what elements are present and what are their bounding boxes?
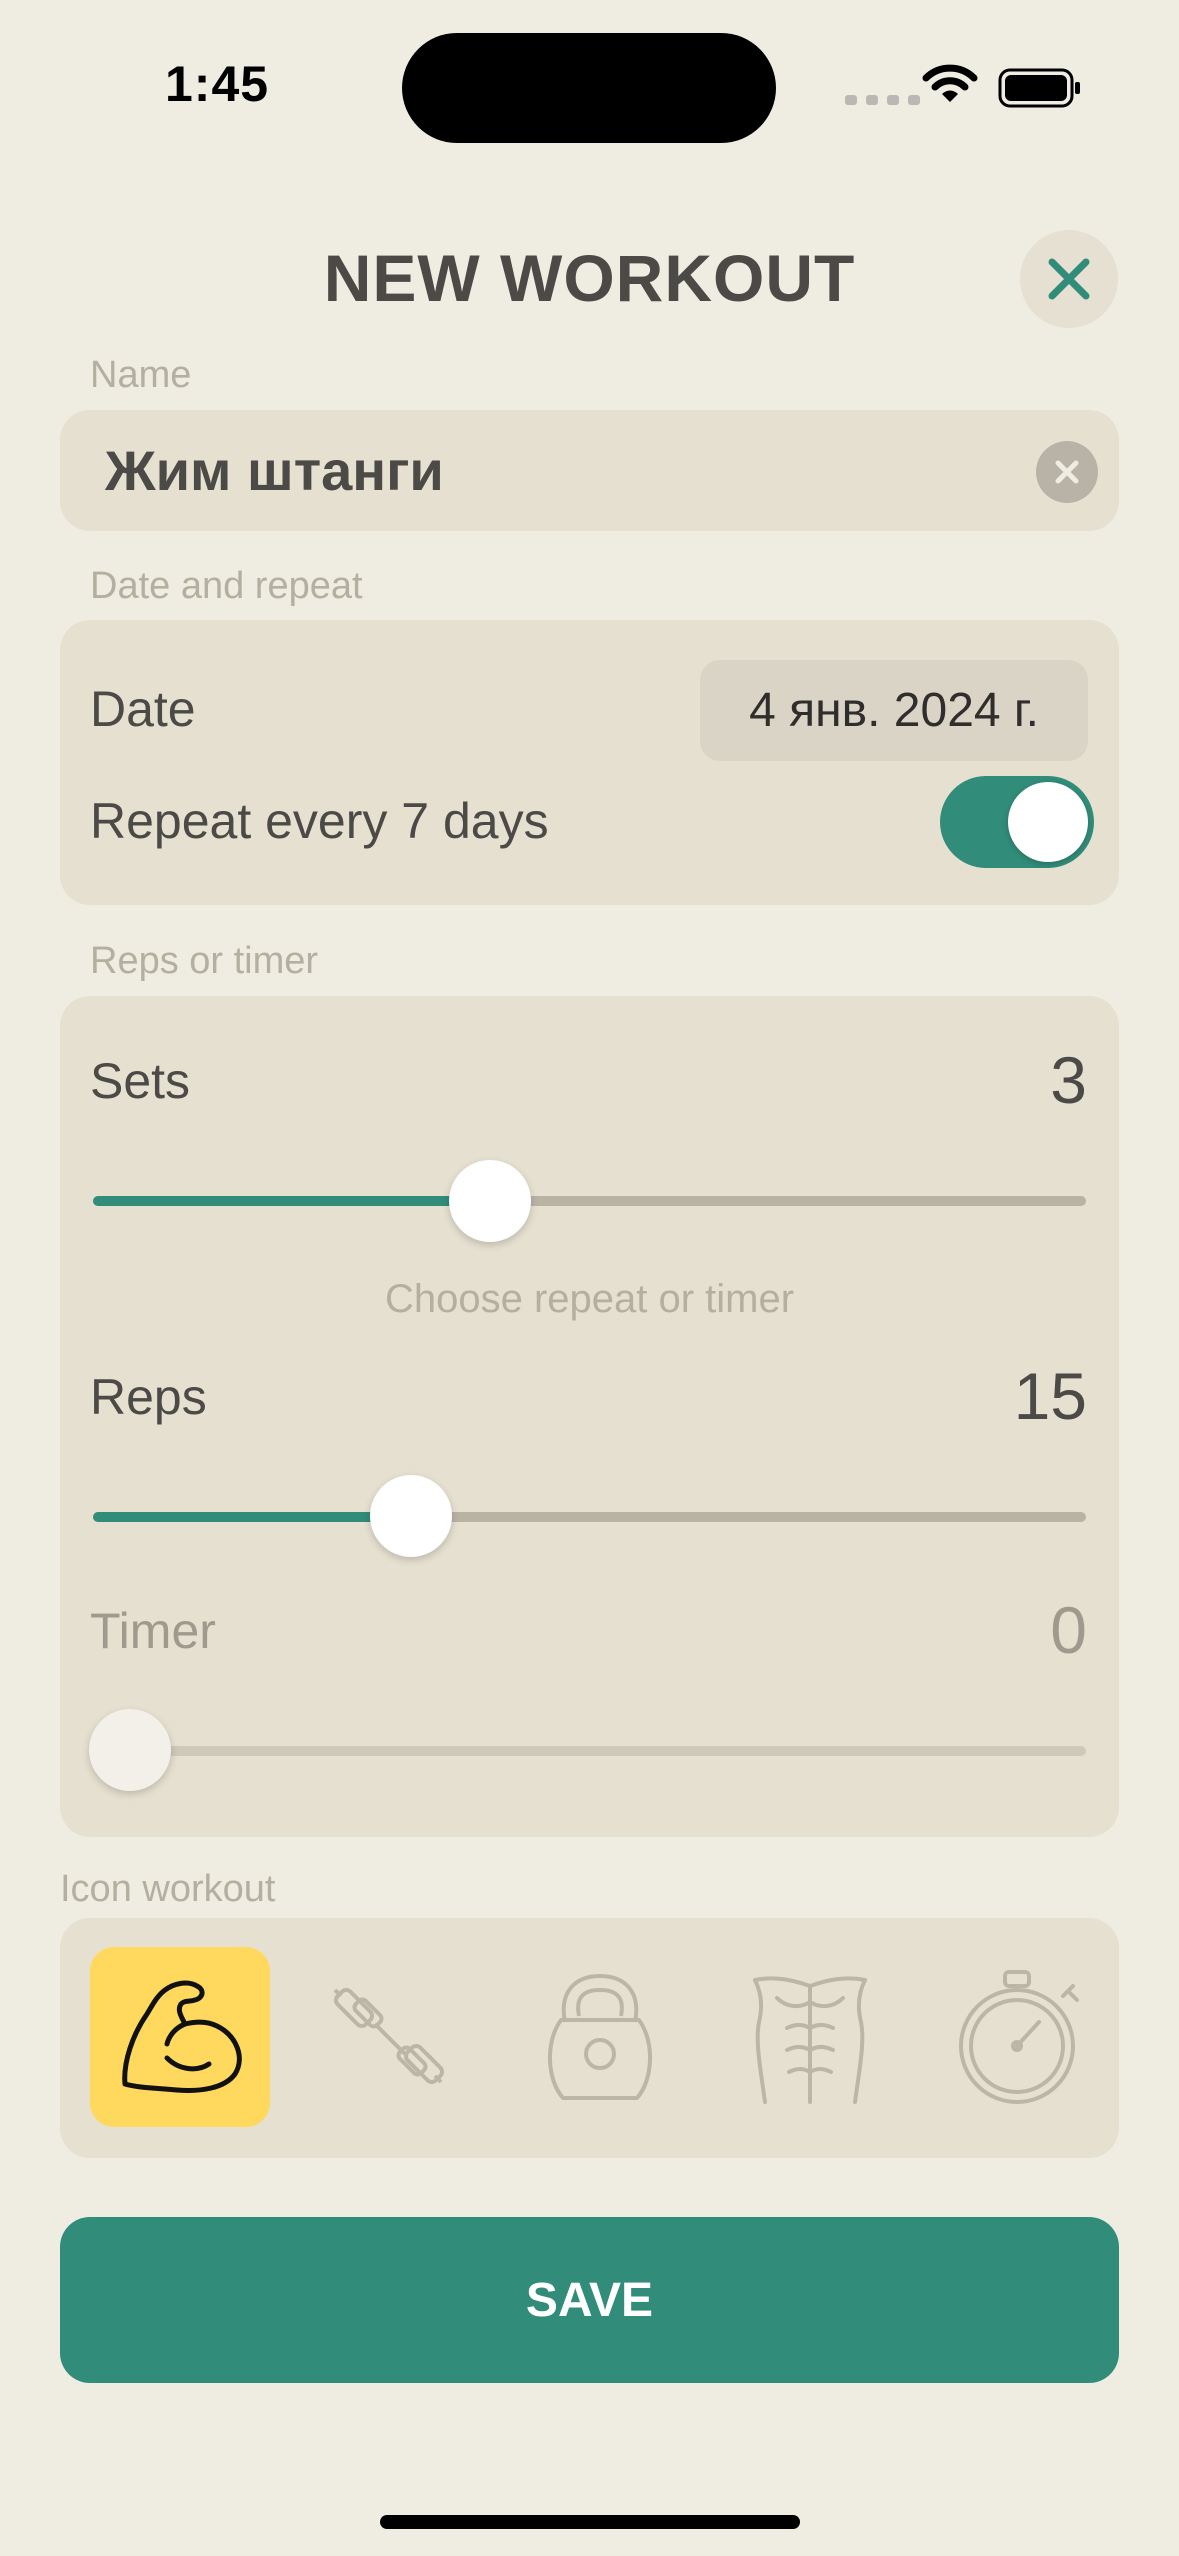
reps-value: 15 — [1013, 1359, 1087, 1433]
timer-slider-thumb[interactable] — [89, 1709, 171, 1791]
dynamic-island — [402, 33, 776, 143]
save-button[interactable]: SAVE — [60, 2217, 1119, 2383]
sets-slider-thumb[interactable] — [449, 1160, 532, 1242]
timer-slider-track[interactable] — [93, 1746, 1086, 1756]
reps-timer-hint: Choose repeat or timer — [384, 1277, 795, 1321]
icon-option-dumbbell[interactable] — [300, 1947, 480, 2127]
icon-option-biceps[interactable] — [90, 1947, 270, 2127]
abs-torso-icon — [753, 1976, 867, 2104]
cellular-signal-icon — [845, 95, 920, 105]
timer-label: Timer — [90, 1603, 216, 1659]
timer-value: 0 — [1050, 1593, 1087, 1667]
sets-slider-fill — [93, 1196, 491, 1206]
date-label: Date — [90, 681, 196, 737]
name-input-value: Жим штанги — [105, 439, 444, 502]
toggle-knob — [1008, 782, 1088, 862]
date-picker-button[interactable]: 4 янв. 2024 г. — [700, 660, 1088, 761]
date-section-label: Date and repeat — [90, 565, 363, 607]
reps-label: Reps — [90, 1369, 207, 1425]
page-title: NEW WORKOUT — [323, 241, 856, 315]
repeat-label: Repeat every 7 days — [90, 793, 549, 849]
home-indicator[interactable] — [380, 2515, 800, 2529]
clear-name-button[interactable] — [1036, 441, 1098, 503]
battery-icon — [998, 68, 1082, 113]
kettlebell-icon — [548, 1974, 652, 2100]
sets-label: Sets — [90, 1053, 191, 1109]
reps-section-label: Reps or timer — [90, 940, 319, 982]
name-section-label: Name — [90, 354, 192, 396]
icon-option-kettlebell[interactable] — [510, 1947, 690, 2127]
repeat-toggle[interactable] — [940, 776, 1094, 868]
icon-option-stopwatch[interactable] — [930, 1947, 1110, 2127]
stopwatch-icon — [959, 1970, 1079, 2104]
icon-section-label: Icon workout — [60, 1868, 276, 1910]
dumbbell-icon — [333, 1987, 445, 2085]
close-button[interactable] — [1020, 230, 1118, 328]
reps-slider-thumb[interactable] — [369, 1475, 452, 1557]
close-icon — [1048, 258, 1090, 300]
icon-option-abs[interactable] — [720, 1947, 900, 2127]
wifi-icon — [922, 62, 978, 111]
status-time: 1:45 — [165, 56, 270, 112]
reps-slider-fill — [93, 1512, 411, 1522]
sets-value: 3 — [1050, 1043, 1087, 1117]
flexed-biceps-icon — [122, 1980, 242, 2093]
clear-icon — [1055, 460, 1079, 484]
